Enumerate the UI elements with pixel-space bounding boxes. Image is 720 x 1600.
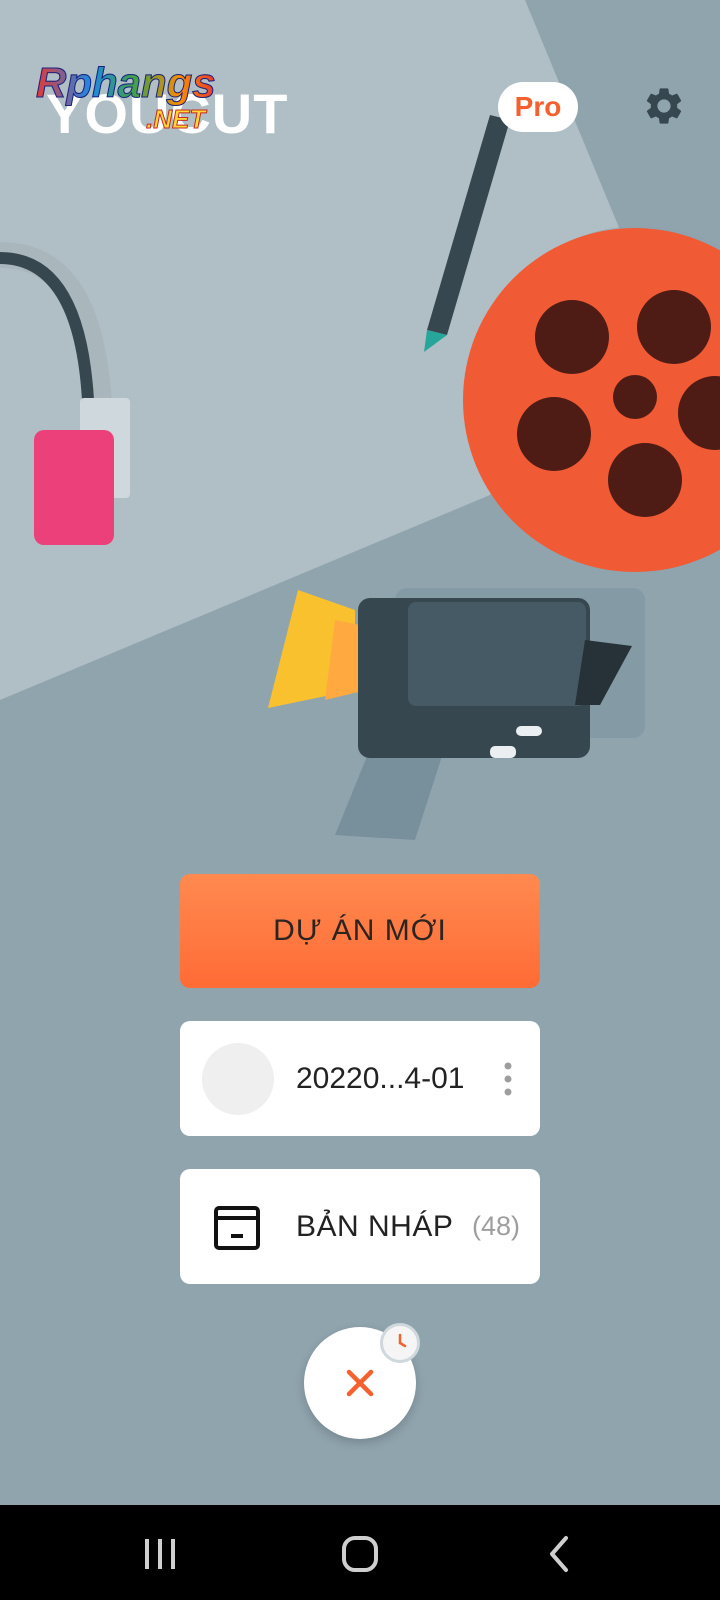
new-project-button[interactable]: DỰ ÁN MỚI: [180, 874, 540, 988]
recent-project-card[interactable]: 20220...4-01: [180, 1021, 540, 1136]
pro-button[interactable]: Pro: [498, 82, 578, 132]
project-name: 20220...4-01: [296, 1062, 465, 1095]
home-icon[interactable]: [300, 1505, 420, 1600]
project-thumbnail: [202, 1043, 274, 1115]
archive-icon: [212, 1203, 262, 1253]
watermark-suffix: .NET: [145, 104, 206, 135]
gear-icon[interactable]: [642, 84, 686, 128]
close-icon: [342, 1365, 378, 1401]
watermark-text: Rphangs: [36, 59, 217, 106]
drafts-button[interactable]: BẢN NHÁP (48): [180, 1169, 540, 1284]
recent-apps-icon[interactable]: [100, 1505, 220, 1600]
more-vertical-icon[interactable]: [500, 1061, 516, 1097]
back-icon[interactable]: [500, 1505, 620, 1600]
system-nav-bar: [0, 1505, 720, 1600]
drafts-count: (48): [472, 1211, 521, 1241]
drafts-label: BẢN NHÁP: [296, 1210, 454, 1243]
app-logo: YOUCUT Rphangs .NET: [34, 58, 288, 142]
clock-icon: [380, 1323, 420, 1363]
